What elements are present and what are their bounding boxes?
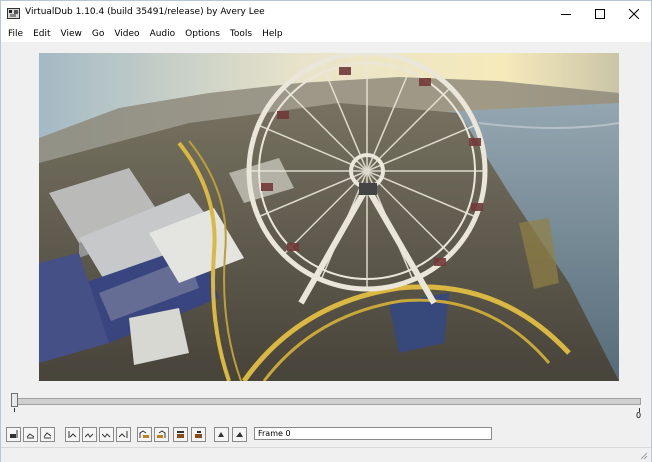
status-bar <box>1 447 651 462</box>
next-keyframe-icon <box>157 430 166 438</box>
window-title: VirtualDub 1.10.4 (build 35491/release) … <box>25 7 265 17</box>
title-bar[interactable]: VirtualDub 1.10.4 (build 35491/release) … <box>1 1 651 26</box>
step-forward-button[interactable] <box>99 427 114 442</box>
scene-forward-icon <box>195 431 202 438</box>
go-end-icon <box>119 431 128 438</box>
next-keyframe-button[interactable] <box>154 427 169 442</box>
app-window: VirtualDub 1.10.4 (build 35491/release) … <box>0 0 652 462</box>
minimize-button[interactable] <box>549 1 583 26</box>
menu-edit[interactable]: Edit <box>28 26 55 42</box>
frame-indicator: Frame 0 <box>254 427 492 440</box>
close-button[interactable] <box>617 1 651 26</box>
mark-in-icon <box>218 432 224 437</box>
step-back-button[interactable] <box>82 427 97 442</box>
minimize-icon <box>561 13 571 15</box>
menu-view[interactable]: View <box>56 26 87 42</box>
timeline-track[interactable] <box>13 398 641 405</box>
menu-audio[interactable]: Audio <box>145 26 181 42</box>
play-input-button[interactable] <box>23 427 38 442</box>
go-end-button[interactable] <box>116 427 131 442</box>
timeline-start-tick <box>14 408 15 412</box>
scene-forward-button[interactable] <box>191 427 206 442</box>
menu-tools[interactable]: Tools <box>225 26 257 42</box>
maximize-button[interactable] <box>583 1 617 26</box>
menu-file[interactable]: File <box>1 26 28 42</box>
go-start-icon <box>68 431 77 438</box>
maximize-icon <box>595 8 605 19</box>
prev-keyframe-icon <box>139 430 149 438</box>
resize-grip-icon[interactable] <box>639 451 648 460</box>
go-start-button[interactable] <box>65 427 80 442</box>
menu-options[interactable]: Options <box>180 26 225 42</box>
play-output-icon <box>43 432 52 439</box>
menu-bar: File Edit View Go Video Audio Options To… <box>1 26 651 42</box>
close-icon <box>629 8 639 19</box>
mark-out-button[interactable] <box>232 427 247 442</box>
video-preview[interactable] <box>39 53 619 381</box>
mark-out-icon <box>236 432 243 437</box>
step-forward-icon <box>102 433 111 438</box>
scene-back-icon <box>177 431 184 438</box>
timeline-end-label: 0 <box>636 411 642 420</box>
stop-button[interactable] <box>6 427 21 442</box>
play-output-button[interactable] <box>40 427 55 442</box>
scene-back-button[interactable] <box>173 427 188 442</box>
timeline <box>1 390 651 422</box>
menu-video[interactable]: Video <box>109 26 144 42</box>
menu-go[interactable]: Go <box>87 26 109 42</box>
mark-in-button[interactable] <box>214 427 229 442</box>
play-input-icon <box>26 433 35 439</box>
step-back-icon <box>85 433 94 438</box>
stop-icon <box>10 430 18 438</box>
menu-help[interactable]: Help <box>257 26 288 42</box>
prev-keyframe-button[interactable] <box>137 427 152 442</box>
virtualdub-icon <box>7 8 20 19</box>
timeline-thumb[interactable] <box>11 393 18 407</box>
